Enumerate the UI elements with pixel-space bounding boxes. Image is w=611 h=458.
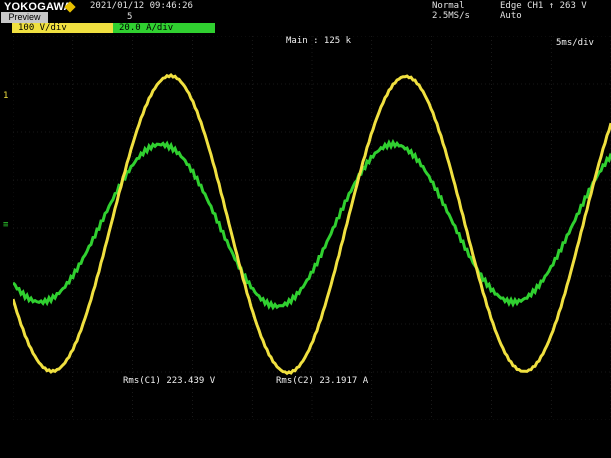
date-time: 2021/01/12 09:46:26: [90, 1, 193, 11]
ch1-scale-label: 100 V/div: [18, 23, 67, 33]
ch2-scale-label: 20.0 A/div: [119, 23, 174, 33]
waveform-display[interactable]: [13, 36, 611, 420]
run-mode: Auto: [500, 11, 522, 21]
ch1-level-marker[interactable]: 1: [3, 91, 8, 101]
acquisition-count: 5: [127, 12, 133, 22]
main-record-length: Main : 125 k: [286, 36, 352, 46]
sample-rate: 2.5MS/s: [432, 11, 470, 21]
timebase-label: 5ms/div: [556, 38, 594, 48]
ch1-scale-button[interactable]: 100 V/div: [12, 23, 113, 33]
grid: [13, 36, 611, 420]
trigger-mode: Normal: [432, 1, 465, 11]
status-bar: YOKOGAWA Preview 2021/01/12 09:46:26 5 N…: [0, 0, 611, 34]
rms-ch2-measurement: Rms(C2) 23.1917 A: [276, 376, 369, 386]
ch2-scale-button[interactable]: 20.0 A/div: [113, 23, 215, 33]
rms-ch1-measurement: Rms(C1) 223.439 V: [123, 376, 216, 386]
trigger-setting: Edge CH1 ↑ 263 V: [500, 1, 587, 11]
ch2-level-marker[interactable]: ≡: [3, 220, 8, 230]
preview-button[interactable]: Preview: [1, 12, 48, 23]
